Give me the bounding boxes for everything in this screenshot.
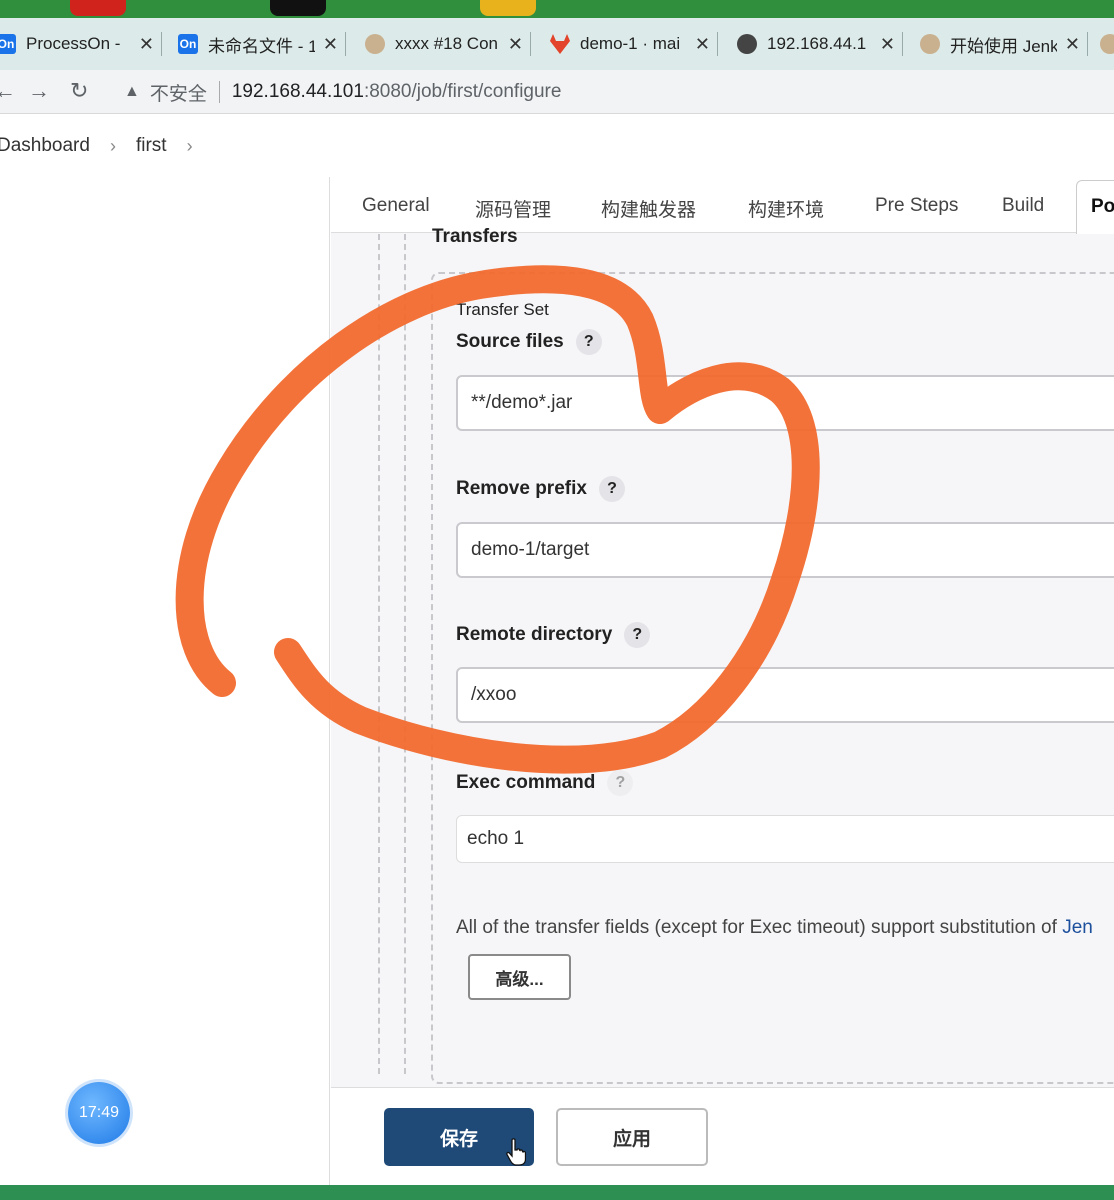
exec-command-label: Exec command ? xyxy=(456,770,634,796)
help-icon[interactable]: ? xyxy=(575,329,602,355)
browser-tab-2[interactable]: On 未命名文件 - 1 ✕ xyxy=(178,24,346,64)
tab-title: demo-1 · mai xyxy=(580,34,681,53)
floating-clock-badge[interactable]: 17:49 xyxy=(68,1082,130,1144)
bottom-color-strip xyxy=(0,1185,1114,1200)
transfer-set-title: Transfer Set xyxy=(456,300,549,319)
close-icon[interactable]: ✕ xyxy=(880,34,895,55)
address-bar: ← → ↻ ▲ 不安全 192.168.44.101:8080/job/firs… xyxy=(0,70,1114,114)
tab-separator xyxy=(902,32,903,56)
breadcrumb-first[interactable]: first xyxy=(136,135,167,157)
back-icon[interactable]: ← xyxy=(0,78,16,104)
sidebar xyxy=(0,177,330,1185)
close-icon[interactable]: ✕ xyxy=(1065,34,1080,55)
browser-tab-3[interactable]: xxxx #18 Con ✕ xyxy=(365,24,531,64)
breadcrumb-dashboard[interactable]: Dashboard xyxy=(0,135,90,157)
app-icon xyxy=(270,0,326,16)
remove-prefix-input[interactable]: demo-1/target xyxy=(456,522,1114,578)
help-icon[interactable]: ? xyxy=(624,622,651,648)
app-icon xyxy=(70,0,126,16)
tab-build-triggers[interactable]: 构建触发器 xyxy=(601,195,696,222)
field-value: demo-1/target xyxy=(471,539,590,560)
remote-directory-input[interactable]: /xxoo xyxy=(456,667,1114,723)
tab-title: 192.168.44.1 xyxy=(767,34,867,53)
tab-separator xyxy=(717,32,718,56)
close-icon[interactable]: ✕ xyxy=(323,34,338,55)
substitution-help-text: All of the transfer fields (except for E… xyxy=(456,917,1093,939)
action-bar: 保存 应用 xyxy=(331,1087,1114,1185)
app-icon xyxy=(480,0,536,16)
label-text: Remove prefix xyxy=(456,478,587,499)
transfers-title: Transfers xyxy=(432,226,518,247)
source-files-label: Source files ? xyxy=(456,329,602,355)
browser-tab-5[interactable]: 192.168.44.1 ✕ xyxy=(737,24,903,64)
tab-pre-steps[interactable]: Pre Steps xyxy=(875,195,958,217)
tab-separator xyxy=(1087,32,1088,56)
field-value: echo 1 xyxy=(467,828,525,849)
help-icon[interactable]: ? xyxy=(598,476,625,502)
tab-title: xxxx #18 Con xyxy=(395,34,498,53)
tab-build-environment[interactable]: 构建环境 xyxy=(748,195,824,222)
browser-tab-1[interactable]: On ProcessOn - ✕ xyxy=(0,24,162,64)
section-border xyxy=(378,234,380,1074)
section-border xyxy=(404,234,406,1074)
processon-icon: On xyxy=(178,34,198,54)
advanced-button[interactable]: 高级... xyxy=(468,954,571,1000)
jenkins-icon xyxy=(920,34,940,54)
url-path: :8080/job/first/configure xyxy=(363,81,562,102)
url-field[interactable]: ▲ 不安全 192.168.44.101:8080/job/first/conf… xyxy=(110,74,1114,110)
tab-scm[interactable]: 源码管理 xyxy=(475,195,551,222)
tab-title: 未命名文件 - 1 xyxy=(208,36,315,56)
tab-general[interactable]: General xyxy=(362,195,430,217)
label-text: Source files xyxy=(456,331,564,352)
tab-separator xyxy=(345,32,346,56)
browser-tab-bar: On ProcessOn - ✕ On 未命名文件 - 1 ✕ xxxx #18… xyxy=(0,18,1114,70)
publish-over-ssh-section: Transfers Transfer Set Source files ? **… xyxy=(331,226,1114,1084)
forward-icon[interactable]: → xyxy=(28,78,50,104)
pointer-cursor-icon xyxy=(506,1138,526,1166)
config-main: General 源码管理 构建触发器 构建环境 Pre Steps Build … xyxy=(331,177,1114,1185)
divider xyxy=(218,81,220,103)
processon-icon: On xyxy=(0,34,16,54)
tab-title: 开始使用 Jenk xyxy=(950,36,1057,56)
tab-post-build[interactable]: Po xyxy=(1076,180,1114,234)
security-label[interactable]: 不安全 xyxy=(150,79,207,106)
source-files-input[interactable]: **/demo*.jar xyxy=(456,375,1114,431)
gitlab-icon xyxy=(550,34,570,54)
label-text: Remote directory xyxy=(456,624,613,645)
exec-command-input[interactable]: echo 1 xyxy=(456,815,1114,863)
jenkins-env-link[interactable]: Jen xyxy=(1062,917,1093,938)
tab-separator xyxy=(161,32,162,56)
remove-prefix-label: Remove prefix ? xyxy=(456,476,625,502)
close-icon[interactable]: ✕ xyxy=(508,34,523,55)
globe-icon xyxy=(737,34,757,54)
apply-button[interactable]: 应用 xyxy=(556,1108,708,1166)
info-text: All of the transfer fields (except for E… xyxy=(456,917,1063,938)
close-icon[interactable]: ✕ xyxy=(139,34,154,55)
browser-tab-7[interactable] xyxy=(1100,24,1114,64)
chevron-right-icon[interactable]: › xyxy=(187,136,193,157)
jenkins-icon xyxy=(1100,34,1114,54)
jenkins-icon xyxy=(365,34,385,54)
remote-directory-label: Remote directory ? xyxy=(456,622,651,648)
chevron-right-icon[interactable]: › xyxy=(110,136,116,157)
breadcrumb: Dashboard › first › xyxy=(0,115,1114,177)
url-host: 192.168.44.101 xyxy=(231,81,364,102)
label-text: Exec command xyxy=(456,772,596,793)
close-icon[interactable]: ✕ xyxy=(695,34,710,55)
tab-separator xyxy=(530,32,531,56)
browser-tab-4[interactable]: demo-1 · mai ✕ xyxy=(550,24,718,64)
browser-tab-6[interactable]: 开始使用 Jenk ✕ xyxy=(920,24,1088,64)
help-icon[interactable]: ? xyxy=(607,770,634,796)
field-value: **/demo*.jar xyxy=(471,392,573,413)
field-value: /xxoo xyxy=(471,684,517,705)
config-tab-bar: General 源码管理 构建触发器 构建环境 Pre Steps Build … xyxy=(331,177,1114,234)
tab-build[interactable]: Build xyxy=(1002,195,1044,217)
reload-icon[interactable]: ↻ xyxy=(70,78,88,104)
tab-title: ProcessOn - xyxy=(26,34,121,53)
warning-icon[interactable]: ▲ xyxy=(124,83,140,101)
